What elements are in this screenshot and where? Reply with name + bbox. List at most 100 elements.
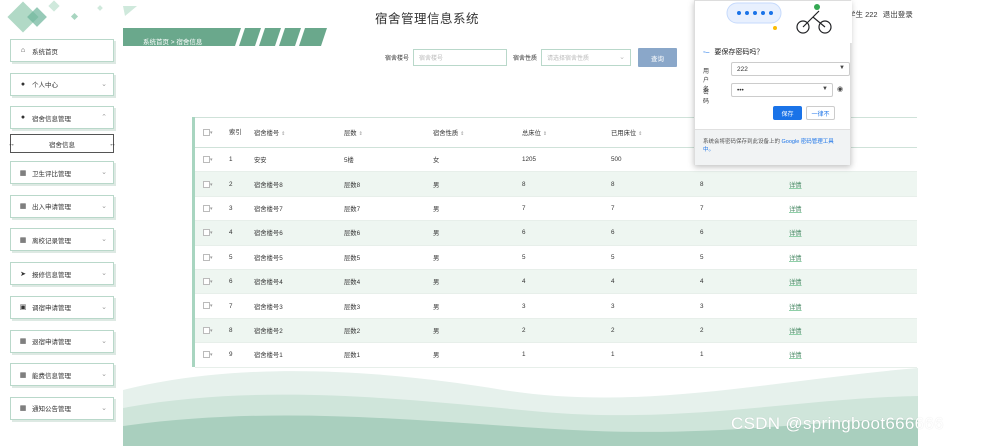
cell-type: 男 bbox=[425, 245, 514, 270]
cell-index: 2 bbox=[221, 171, 246, 197]
query-button[interactable]: 查询 bbox=[638, 48, 678, 67]
sidebar-item-dorm-info[interactable]: ● 宿舍信息管理 ⌃ bbox=[10, 106, 114, 130]
user-icon: ● bbox=[20, 114, 26, 122]
sidebar: ⌂ 系统首页 ● 个人中心 ⌄ ● 宿舍信息管理 ⌃ ↔ 宿舍信息 ↔ ▦ 卫生… bbox=[0, 0, 123, 446]
row-select-cell: ▾ bbox=[195, 220, 221, 246]
cell-free: 3 bbox=[692, 293, 781, 319]
sidebar-item-label: 系统首页 bbox=[32, 48, 58, 56]
sidebar-item-checkout[interactable]: ▦ 退宿申请管理 ⌄ bbox=[10, 329, 114, 353]
cell-free: 7 bbox=[692, 196, 781, 222]
cell-total: 6 bbox=[514, 220, 603, 246]
sidebar-item-notice[interactable]: ▦ 通知公告管理 ⌄ bbox=[10, 396, 114, 420]
chevron-down-icon: ⌄ bbox=[101, 337, 107, 345]
row-checkbox[interactable] bbox=[203, 229, 210, 237]
footer-text: 系统会将密码保存到此设备上的 bbox=[703, 139, 782, 145]
cell-floors: 层数7 bbox=[336, 196, 425, 222]
cell-type: 女 bbox=[425, 147, 514, 173]
table-row[interactable]: ▾ 7 宿舍楼号3 层数3 男 3 3 3 详情 bbox=[195, 293, 917, 319]
table-row[interactable]: ▾ 4 宿舍楼号6 层数6 男 6 6 6 详情 bbox=[195, 220, 917, 246]
cell-index: 8 bbox=[221, 318, 246, 344]
cell-free: 2 bbox=[692, 318, 781, 344]
chevron-down-icon: ⌄ bbox=[101, 169, 107, 177]
sidebar-item-label: 报修信息管理 bbox=[32, 271, 71, 279]
row-checkbox[interactable] bbox=[203, 278, 210, 286]
sidebar-item-transfer[interactable]: ▣ 调宿申请管理 ⌄ bbox=[10, 295, 114, 319]
sidebar-item-profile[interactable]: ● 个人中心 ⌄ bbox=[10, 72, 114, 96]
cell-used: 500 bbox=[603, 147, 692, 173]
column-header-floors[interactable]: 层数 ⇕ bbox=[336, 117, 425, 148]
chevron-up-icon: ⌃ bbox=[101, 114, 107, 122]
grid-icon: ▦ bbox=[19, 236, 27, 244]
logout-link[interactable]: 退出登录 bbox=[883, 10, 913, 19]
cell-used: 5 bbox=[603, 245, 692, 270]
cell-used: 7 bbox=[603, 196, 692, 222]
sort-icon: ⇕ bbox=[281, 131, 286, 137]
row-checkbox[interactable] bbox=[203, 253, 210, 261]
row-checkbox[interactable] bbox=[203, 204, 210, 212]
table-row[interactable]: ▾ 5 宿舍楼号5 层数5 男 5 5 5 详情 bbox=[195, 245, 917, 270]
detail-link[interactable]: 详情 bbox=[781, 269, 917, 295]
table-row[interactable]: ▾ 8 宿舍楼号2 层数2 男 2 2 2 详情 bbox=[195, 318, 917, 344]
cell-free: 4 bbox=[692, 269, 781, 295]
cell-floors: 层数4 bbox=[336, 269, 425, 295]
eye-icon[interactable]: ◉ bbox=[837, 85, 843, 93]
cell-building: 宿舍楼号8 bbox=[246, 171, 336, 197]
submenu-dorm-info[interactable]: ↔ 宿舍信息 ↔ bbox=[8, 134, 116, 154]
sort-icon: ⇕ bbox=[460, 131, 465, 137]
sidebar-item-energy[interactable]: ▦ 能费信息管理 ⌄ bbox=[10, 363, 114, 387]
clipboard-icon: ▣ bbox=[19, 304, 27, 312]
password-popup-title: ◦– 要保存密码吗？ bbox=[703, 47, 763, 57]
sidebar-item-hygiene[interactable]: ▦ 卫生评比管理 ⌄ bbox=[10, 161, 114, 185]
grid-icon: ▦ bbox=[19, 405, 27, 413]
resize-arrow-icon: ↔ bbox=[109, 141, 116, 149]
table-row[interactable]: ▾ 6 宿舍楼号4 层数4 男 4 4 4 详情 bbox=[195, 269, 917, 295]
row-checkbox[interactable] bbox=[203, 351, 210, 359]
column-header-type[interactable]: 宿舍性质 ⇕ bbox=[425, 117, 514, 148]
sidebar-item-repair[interactable]: ➤ 报修信息管理 ⌄ bbox=[10, 262, 114, 286]
building-label: 宿舍楼号 bbox=[385, 56, 410, 62]
row-checkbox[interactable] bbox=[203, 302, 210, 310]
never-save-button[interactable]: 一律不 bbox=[806, 106, 835, 120]
sidebar-item-home[interactable]: ⌂ 系统首页 bbox=[10, 39, 114, 62]
column-header-building[interactable]: 宿舍楼号 ⇕ bbox=[246, 117, 336, 148]
detail-link[interactable]: 详情 bbox=[781, 318, 917, 344]
cell-used: 4 bbox=[603, 269, 692, 295]
cell-building: 安安 bbox=[246, 147, 336, 173]
type-select-placeholder: 请选择宿舍性质 bbox=[547, 56, 590, 62]
cell-used: 3 bbox=[603, 293, 692, 319]
table-row[interactable]: ▾ 2 宿舍楼号8 层数8 男 8 8 8 详情 bbox=[195, 171, 917, 197]
table-row[interactable]: ▾ 3 宿舍楼号7 层数7 男 7 7 7 详情 bbox=[195, 196, 917, 222]
row-checkbox[interactable] bbox=[203, 180, 210, 188]
chevron-down-icon: ⌄ bbox=[619, 54, 626, 61]
sidebar-item-leave[interactable]: ▦ 离校记录管理 ⌄ bbox=[10, 228, 114, 252]
row-select-cell: ▾ bbox=[195, 196, 221, 222]
page-title: 宿舍管理信息系统 bbox=[375, 12, 480, 26]
save-password-button[interactable]: 保存 bbox=[773, 106, 802, 120]
detail-link[interactable]: 详情 bbox=[781, 196, 917, 222]
sort-icon: ⇕ bbox=[638, 131, 643, 137]
row-checkbox[interactable] bbox=[203, 326, 210, 334]
password-field[interactable]: ••• ▼ bbox=[731, 83, 833, 97]
column-header-used[interactable]: 已用床位 ⇕ bbox=[603, 117, 692, 148]
cell-type: 男 bbox=[425, 171, 514, 197]
sidebar-item-label: 调宿申请管理 bbox=[32, 305, 71, 313]
sidebar-item-access[interactable]: ▦ 出入申请管理 ⌄ bbox=[10, 194, 114, 218]
username-field[interactable]: 222 ▼ bbox=[731, 62, 850, 76]
detail-link[interactable]: 详情 bbox=[781, 245, 917, 270]
detail-link[interactable]: 详情 bbox=[781, 171, 917, 197]
cell-used: 6 bbox=[603, 220, 692, 246]
row-checkbox[interactable] bbox=[203, 156, 210, 164]
detail-link[interactable]: 详情 bbox=[781, 220, 917, 246]
watermark: CSDN @springboot666666 bbox=[731, 414, 944, 433]
detail-link[interactable]: 详情 bbox=[781, 293, 917, 319]
type-select[interactable]: 请选择宿舍性质 ⌄ bbox=[541, 49, 632, 66]
cell-type: 男 bbox=[425, 196, 514, 222]
row-select-cell: ▾ bbox=[195, 245, 221, 270]
select-all-checkbox[interactable]: ▾ bbox=[195, 117, 221, 148]
cell-total: 8 bbox=[514, 171, 603, 197]
column-header-label: 宿舍楼号 bbox=[254, 130, 280, 137]
column-header-total[interactable]: 总床位 ⇕ bbox=[514, 117, 603, 148]
building-input[interactable]: 宿舍楼号 bbox=[413, 49, 508, 66]
password-save-popup: ◦– 要保存密码吗？ 用户名 222 ▼ 密码 ••• ▼ ◉ 保存 一律不 系… bbox=[694, 0, 852, 165]
key-icon: ◦– bbox=[703, 48, 710, 56]
